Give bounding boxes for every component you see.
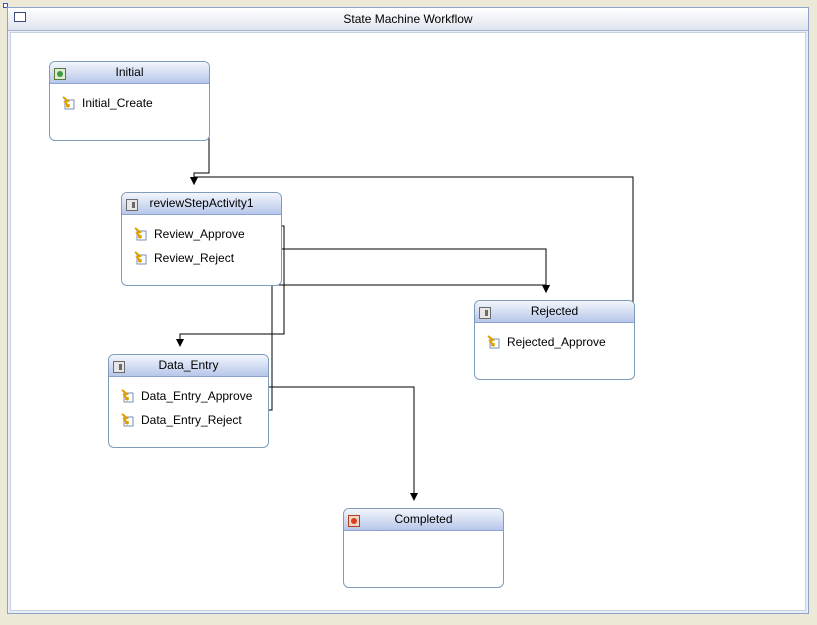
event-label: Review_Reject	[154, 251, 235, 265]
state-completed[interactable]: Completed	[343, 508, 504, 588]
completed-state-icon	[348, 513, 360, 527]
event-data-entry-approve[interactable]: Data_Entry_Approve	[119, 387, 252, 405]
event-driven-icon	[132, 226, 148, 242]
state-header[interactable]: Initial	[50, 62, 209, 84]
event-initial-create[interactable]: Initial_Create	[60, 94, 153, 112]
state-icon	[126, 197, 138, 211]
event-label: Data_Entry_Approve	[141, 389, 253, 403]
state-title: Initial	[115, 65, 144, 79]
state-initial[interactable]: Initial Initial_Create	[49, 61, 210, 141]
state-title: Completed	[394, 512, 453, 526]
state-title: reviewStepActivity1	[149, 196, 254, 210]
workflow-icon	[14, 12, 26, 22]
event-review-approve[interactable]: Review_Approve	[132, 225, 245, 243]
state-header[interactable]: Data_Entry	[109, 355, 268, 377]
state-icon	[479, 305, 491, 319]
state-header[interactable]: Rejected	[475, 301, 634, 323]
event-driven-icon	[485, 334, 501, 350]
workflow-title: State Machine Workflow	[343, 12, 473, 26]
event-label: Initial_Create	[82, 96, 153, 110]
state-icon	[113, 359, 125, 373]
state-title: Data_Entry	[158, 358, 219, 372]
event-label: Rejected_Approve	[507, 335, 606, 349]
state-rejected[interactable]: Rejected Rejected_Approve	[474, 300, 635, 380]
initial-state-icon	[54, 66, 66, 80]
event-driven-icon	[132, 250, 148, 266]
state-review[interactable]: reviewStepActivity1 Review_Approve Review_…	[121, 192, 282, 286]
event-rejected-approve[interactable]: Rejected_Approve	[485, 333, 606, 351]
event-review-reject[interactable]: Review_Reject	[132, 249, 234, 267]
state-title: Rejected	[530, 304, 579, 318]
event-data-entry-reject[interactable]: Data_Entry_Reject	[119, 411, 242, 429]
transition-data-entry-approve[interactable]	[251, 386, 418, 501]
state-header[interactable]: reviewStepActivity1	[122, 193, 281, 215]
workflow-title-bar: State Machine Workflow	[8, 8, 808, 31]
event-label: Review_Approve	[154, 227, 245, 241]
workflow-canvas[interactable]: Initial Initial_Create reviewStepActivity1…	[10, 32, 806, 611]
state-data-entry[interactable]: Data_Entry Data_Entry_Approve Data_Entry_R…	[108, 354, 269, 448]
event-driven-icon	[119, 412, 135, 428]
event-driven-icon	[119, 388, 135, 404]
state-header[interactable]: Completed	[344, 509, 503, 531]
workflow-designer: State Machine Workflow Initial Initial_Cr…	[7, 7, 809, 614]
event-driven-icon	[60, 95, 76, 111]
event-label: Data_Entry_Reject	[141, 413, 242, 427]
